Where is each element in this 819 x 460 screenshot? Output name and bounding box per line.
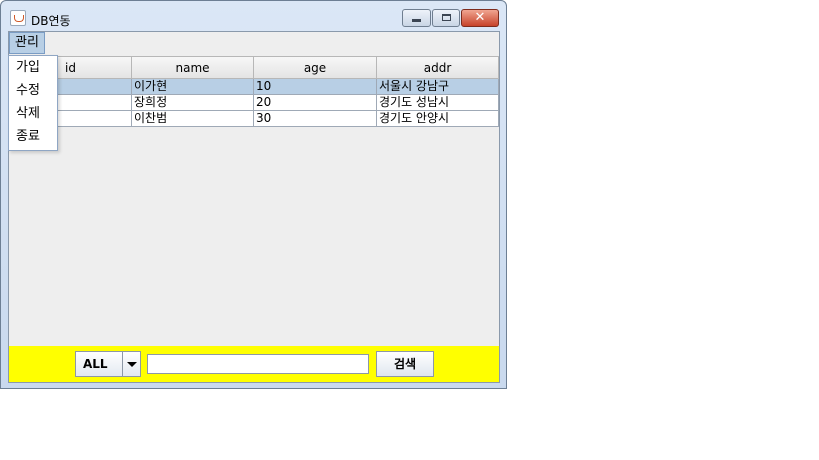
- column-header-age[interactable]: age: [253, 56, 377, 79]
- search-field-combo[interactable]: ALL: [75, 351, 141, 377]
- menu-item-delete[interactable]: 삭제: [9, 102, 57, 125]
- menu-item-edit[interactable]: 수정: [9, 79, 57, 102]
- combo-selected-value: ALL: [83, 357, 108, 371]
- menu-bar: 관리: [9, 32, 499, 54]
- menu-manage[interactable]: 관리: [9, 32, 45, 54]
- maximize-button[interactable]: [432, 9, 460, 27]
- table-row[interactable]: 이가현 10 서울시 강남구: [9, 79, 499, 95]
- chevron-down-icon[interactable]: [122, 352, 140, 376]
- column-header-addr[interactable]: addr: [376, 56, 499, 79]
- cell-age: 30: [253, 111, 377, 127]
- search-panel: ALL 검색: [9, 346, 499, 382]
- menu-item-exit[interactable]: 종료: [9, 125, 57, 148]
- cell-name: 장희정: [131, 95, 254, 111]
- table-row[interactable]: 장희정 20 경기도 성남시: [9, 95, 499, 111]
- java-cup-icon: [10, 10, 26, 26]
- title-bar[interactable]: DB연동 ✕: [1, 1, 506, 31]
- data-table: id name age addr 이가현 10 서울시 강남구 장희정 20 경…: [9, 56, 499, 346]
- cell-age: 10: [253, 79, 377, 95]
- cell-addr: 경기도 안양시: [376, 111, 499, 127]
- cell-addr: 서울시 강남구: [376, 79, 499, 95]
- column-header-name[interactable]: name: [131, 56, 254, 79]
- search-input[interactable]: [147, 354, 369, 374]
- table-header: id name age addr: [9, 56, 499, 79]
- menu-item-join[interactable]: 가입: [9, 56, 57, 79]
- cell-age: 20: [253, 95, 377, 111]
- cell-addr: 경기도 성남시: [376, 95, 499, 111]
- table-row[interactable]: 이찬범 30 경기도 안양시: [9, 111, 499, 127]
- cell-name: 이찬범: [131, 111, 254, 127]
- minimize-button[interactable]: [402, 9, 431, 27]
- maximize-icon: [442, 14, 451, 21]
- search-button[interactable]: 검색: [376, 351, 434, 377]
- app-window: DB연동 ✕ 관리 id name age addr 이가현 10 서울시 강남…: [0, 0, 507, 389]
- cell-name: 이가현: [131, 79, 254, 95]
- minimize-icon: [412, 19, 421, 22]
- window-title: DB연동: [31, 14, 71, 28]
- content-pane: 관리 id name age addr 이가현 10 서울시 강남구 장희정 2…: [8, 31, 500, 383]
- manage-menu-popup: 가입 수정 삭제 종료: [8, 55, 58, 151]
- close-button[interactable]: ✕: [461, 9, 499, 27]
- close-icon: ✕: [474, 10, 486, 25]
